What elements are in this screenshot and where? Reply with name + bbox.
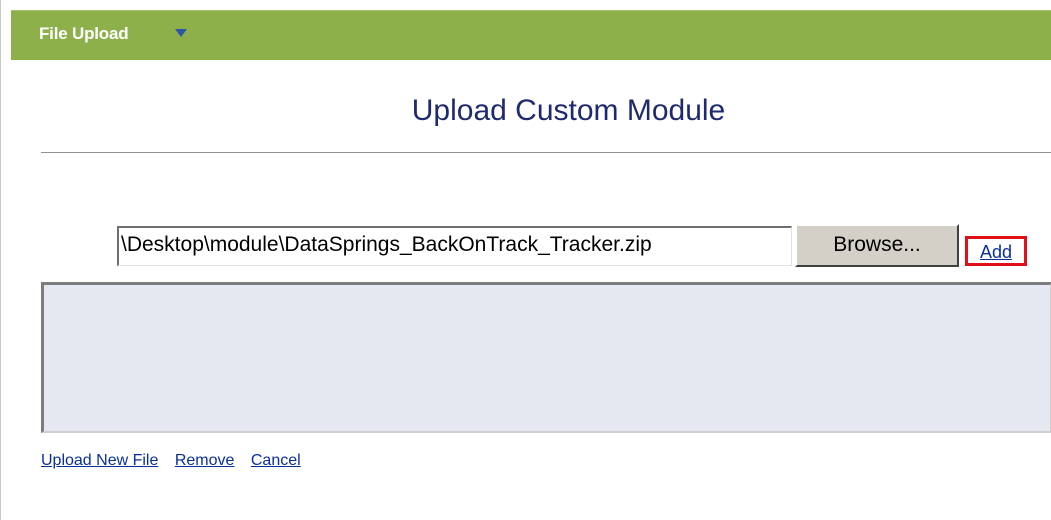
- cancel-link[interactable]: Cancel: [251, 452, 301, 469]
- upload-new-file-link[interactable]: Upload New File: [41, 452, 158, 469]
- page-title: Upload Custom Module: [411, 94, 726, 127]
- add-link[interactable]: Add: [965, 236, 1027, 266]
- divider: [41, 152, 1051, 153]
- window-frame: File Upload Upload Custom Module \Deskto…: [0, 0, 1051, 520]
- module-title: File Upload: [39, 24, 129, 43]
- module-header: File Upload: [11, 10, 1051, 60]
- browse-button[interactable]: Browse...: [795, 224, 959, 267]
- remove-link[interactable]: Remove: [175, 452, 235, 469]
- file-path-input[interactable]: \Desktop\module\DataSprings_BackOnTrack_…: [117, 226, 792, 266]
- file-list-box[interactable]: [41, 282, 1051, 433]
- caret-down-icon[interactable]: [175, 29, 187, 37]
- action-links: Upload New File Remove Cancel: [41, 452, 313, 470]
